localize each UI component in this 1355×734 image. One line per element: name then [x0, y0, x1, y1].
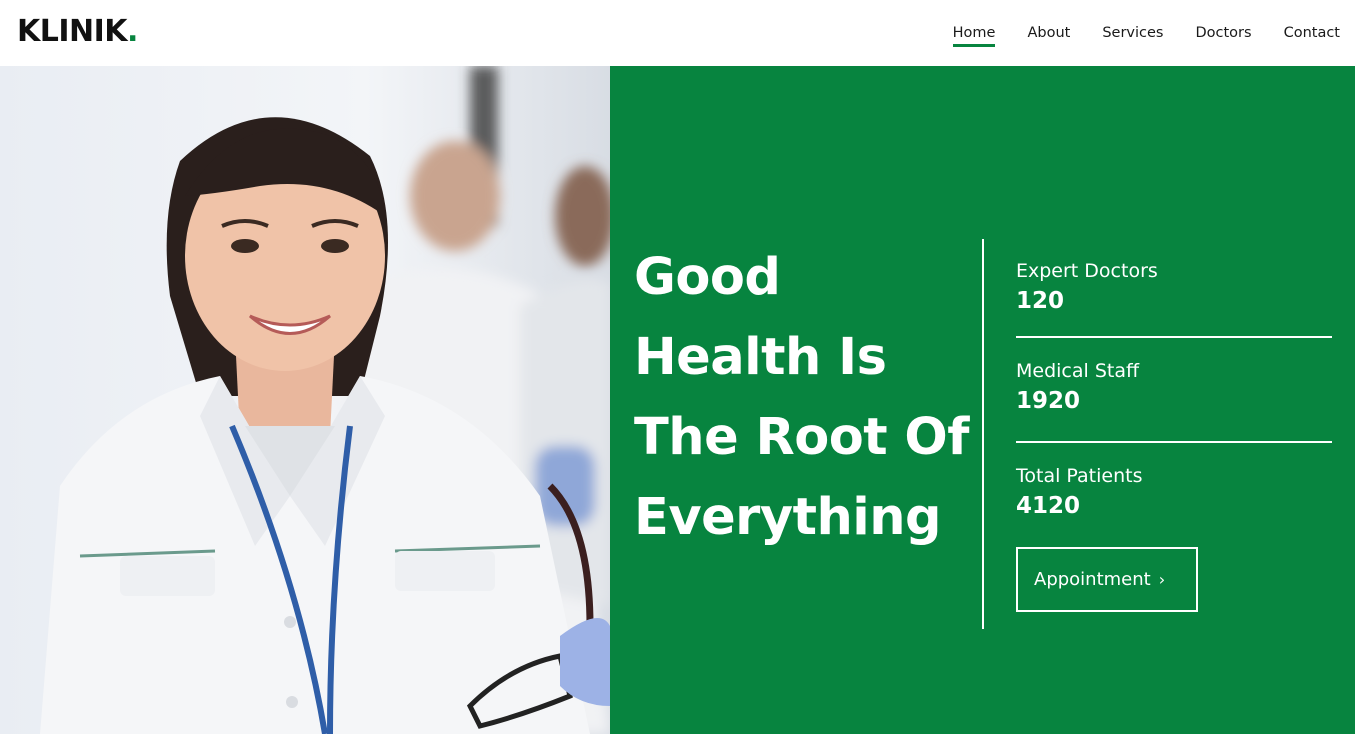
- stat-value: 4120: [1016, 493, 1081, 519]
- hero-panel: Good Health Is The Root Of Everything Ex…: [610, 66, 1355, 734]
- stat-value: 1920: [1016, 388, 1081, 414]
- nav-link-services[interactable]: Services: [1102, 23, 1163, 43]
- stat-expert-doctors: Expert Doctors 120: [1016, 256, 1332, 338]
- stat-total-patients: Total Patients 4120: [1016, 443, 1332, 523]
- stats-list: Expert Doctors 120 Medical Staff 1920 To…: [1016, 256, 1332, 523]
- headline-line-4: Everything: [634, 488, 942, 547]
- nav-link-about[interactable]: About: [1027, 23, 1070, 43]
- nav-link-home[interactable]: Home: [952, 23, 995, 47]
- hero-headline: Good Health Is The Root Of Everything: [634, 238, 969, 558]
- vertical-divider: [982, 239, 984, 629]
- appointment-label: Appointment: [1034, 569, 1151, 590]
- site-header: KLINIK. Home About Services Doctors Cont…: [0, 0, 1355, 66]
- logo[interactable]: KLINIK.: [17, 14, 138, 50]
- nav-link-contact[interactable]: Contact: [1284, 23, 1340, 43]
- logo-dot: .: [127, 14, 138, 49]
- hero-photo: [0, 66, 610, 734]
- appointment-button[interactable]: Appointment ›: [1016, 547, 1198, 612]
- stat-medical-staff: Medical Staff 1920: [1016, 338, 1332, 443]
- stat-value: 120: [1016, 288, 1065, 314]
- stat-label: Medical Staff: [1016, 360, 1140, 382]
- chevron-right-icon: ›: [1158, 570, 1166, 589]
- nav-link-doctors[interactable]: Doctors: [1195, 23, 1251, 43]
- headline-line-3: The Root Of: [634, 408, 969, 467]
- logo-text: KLINIK: [17, 14, 128, 49]
- headline-line-2: Health Is: [634, 328, 887, 387]
- doctor-photo-illustration: [0, 66, 610, 734]
- stat-label: Expert Doctors: [1016, 260, 1158, 282]
- headline-line-1: Good: [634, 248, 781, 307]
- main-nav: Home About Services Doctors Contact: [952, 23, 1340, 47]
- stat-label: Total Patients: [1016, 465, 1143, 487]
